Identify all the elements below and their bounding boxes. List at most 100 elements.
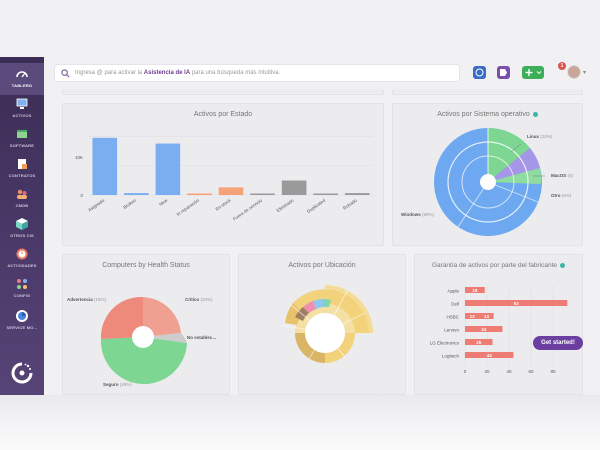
x-tick-label: Eliminado xyxy=(276,197,295,213)
x-tick-label: 80 xyxy=(550,369,556,374)
bar[interactable] xyxy=(155,143,181,195)
x-tick-label: Asignado xyxy=(87,197,106,212)
os-label-macos: MacOS (6) xyxy=(551,173,574,178)
bar[interactable] xyxy=(218,187,244,195)
card-computers-by-health-status: Computers by Health Status Advertencia (… xyxy=(62,254,230,395)
sidebar-item-config[interactable]: CONFIG xyxy=(0,277,44,298)
sidebar-item-label: CONFIG xyxy=(13,293,31,298)
x-tick-label: 60 xyxy=(528,369,534,374)
history-button[interactable] xyxy=(473,66,486,79)
x-tick-label: 0 xyxy=(464,369,467,374)
sidebar-item-label: SERVICE MO... xyxy=(6,325,38,330)
card-activos-por-sistema-operativo: Activos por Sistema operativo Linux (20%… xyxy=(392,103,583,246)
health-label-seguro: Seguro (49%) xyxy=(103,382,132,387)
os-label-otro: Otro (5%) xyxy=(551,193,572,198)
x-tick-label: Robado xyxy=(342,197,358,210)
sidebar-item-activos[interactable]: ACTIVOS xyxy=(0,97,44,118)
search-placeholder: Ingresa @ para activar la Asistencia de … xyxy=(75,70,281,76)
os-label-windows: Windows (69%) xyxy=(401,212,434,217)
notification-badge: 1 xyxy=(558,62,566,70)
sidebar-item-label: CMDB xyxy=(15,203,29,208)
sunburst-chart-ubicacion xyxy=(280,285,373,363)
x-tick-label: Duplicated xyxy=(306,197,327,214)
bar-value-label: 25 xyxy=(476,340,482,345)
bar-value-label: 18 xyxy=(472,288,478,293)
app-window: TABLERO ACTIVOS SOFTWARE CONTRATOS CMDB … xyxy=(0,0,600,395)
x-tick-label: 20 xyxy=(484,369,490,374)
bar-value-label: 34 xyxy=(481,327,487,332)
card-garantia-por-fabricante: Garantía de activos por parte del fabric… xyxy=(414,254,583,395)
bar[interactable] xyxy=(92,137,118,195)
sidebar-item-cmdb[interactable]: CMDB xyxy=(0,187,44,208)
sidebar-item-label: ACTIVIDADES xyxy=(7,263,37,268)
dashboard-icon xyxy=(16,71,28,78)
sidebar-item-actividades[interactable]: ACTIVIDADES xyxy=(0,247,44,268)
card-activos-por-estado: Activos por Estado 10K 0 Asignado Broken New… xyxy=(62,103,384,246)
bar-chart-activos-por-estado: 10K 0 Asignado Broken New In reparación En sto… xyxy=(75,136,373,222)
os-label-linux: Linux (20%) xyxy=(527,134,553,139)
clock-icon xyxy=(16,248,28,260)
add-new-button[interactable] xyxy=(522,66,544,79)
sidebar-item-service-management[interactable]: SERVICE MO... xyxy=(0,309,44,330)
y-tick-label: 0 xyxy=(80,193,83,198)
x-tick-label: Fuera de servicio xyxy=(232,197,264,221)
tag-icon xyxy=(500,69,507,76)
cube-icon xyxy=(16,218,28,230)
bar-chart-garantia: 0 20 40 60 80 Apple Dell HSBC Lenovo LG Electroni… xyxy=(430,285,568,374)
top-bar: Ingresa @ para activar la Asistencia de … xyxy=(44,57,600,89)
user-avatar[interactable] xyxy=(567,65,581,79)
bar[interactable] xyxy=(187,193,212,196)
sidebar-item-label: SOFTWARE xyxy=(9,143,35,148)
bar-value-label: 13 xyxy=(470,314,476,319)
network-config-icon xyxy=(17,279,27,289)
bar[interactable] xyxy=(344,193,370,195)
y-tick-label: HSBC xyxy=(446,315,459,320)
chevron-down-icon[interactable]: ▾ xyxy=(583,69,586,76)
y-tick-label: Apple xyxy=(447,289,459,294)
contract-document-icon xyxy=(18,159,27,169)
sidebar-item-contratos[interactable]: CONTRATOS xyxy=(0,157,44,178)
monitor-icon xyxy=(16,98,28,109)
bar[interactable] xyxy=(124,193,149,195)
service-management-icon xyxy=(16,310,28,322)
y-tick-label: LG Electronics xyxy=(430,341,460,346)
card-top-right-partial xyxy=(392,89,583,95)
y-tick-label: 10K xyxy=(75,155,83,160)
sidebar: TABLERO ACTIVOS SOFTWARE CONTRATOS CMDB … xyxy=(0,57,44,395)
sidebar-item-tablero[interactable]: TABLERO xyxy=(0,63,44,95)
plus-icon xyxy=(525,69,542,76)
sidebar-item-label: CONTRATOS xyxy=(8,173,36,178)
screen-bottom-fade xyxy=(0,395,600,450)
bar-value-label: 93 xyxy=(514,301,520,306)
search-icon xyxy=(61,69,70,78)
sidebar-item-otros-cis[interactable]: OTROS CIS xyxy=(0,217,44,238)
sidebar-item-label: TABLERO xyxy=(11,83,33,88)
y-tick-label: Dell xyxy=(451,302,459,307)
clock-icon xyxy=(475,68,484,77)
health-label-advertencia: Advertencia (16%) xyxy=(67,297,107,302)
card-activos-por-ubicacion: Activos por Ubicación xyxy=(238,254,406,395)
cmdb-users-icon xyxy=(17,189,27,199)
bar[interactable] xyxy=(313,193,338,196)
brand-logo-icon xyxy=(11,362,33,384)
get-started-button[interactable]: Get started! xyxy=(533,336,583,350)
sidebar-item-software[interactable]: SOFTWARE xyxy=(0,127,44,148)
bar[interactable] xyxy=(281,180,307,195)
software-box-icon xyxy=(17,130,27,138)
bar-value-label: 13 xyxy=(484,314,490,319)
bar-value-label: 44 xyxy=(487,353,493,358)
search-input[interactable]: Ingresa @ para activar la Asistencia de … xyxy=(54,64,460,82)
pie-chart-sistema-operativo: Linux (20%) MacOS (6) Otro (5%) Windows … xyxy=(401,127,574,236)
tags-button[interactable] xyxy=(497,66,510,79)
sidebar-item-label: ACTIVOS xyxy=(12,113,32,118)
x-tick-label: 40 xyxy=(506,369,512,374)
pie-chart-health-status: Advertencia (16%) Crítico (24%) No estab… xyxy=(67,296,216,387)
health-label-no-establecido: No establec... xyxy=(187,335,216,340)
sidebar-item-label: OTROS CIS xyxy=(10,233,34,238)
x-tick-label: Broken xyxy=(122,197,137,210)
x-tick-label: En stock xyxy=(215,197,233,211)
y-tick-label: Logitech xyxy=(442,354,460,359)
x-tick-label: New xyxy=(158,197,169,207)
y-tick-label: Lenovo xyxy=(444,328,459,333)
bar[interactable] xyxy=(250,193,275,196)
